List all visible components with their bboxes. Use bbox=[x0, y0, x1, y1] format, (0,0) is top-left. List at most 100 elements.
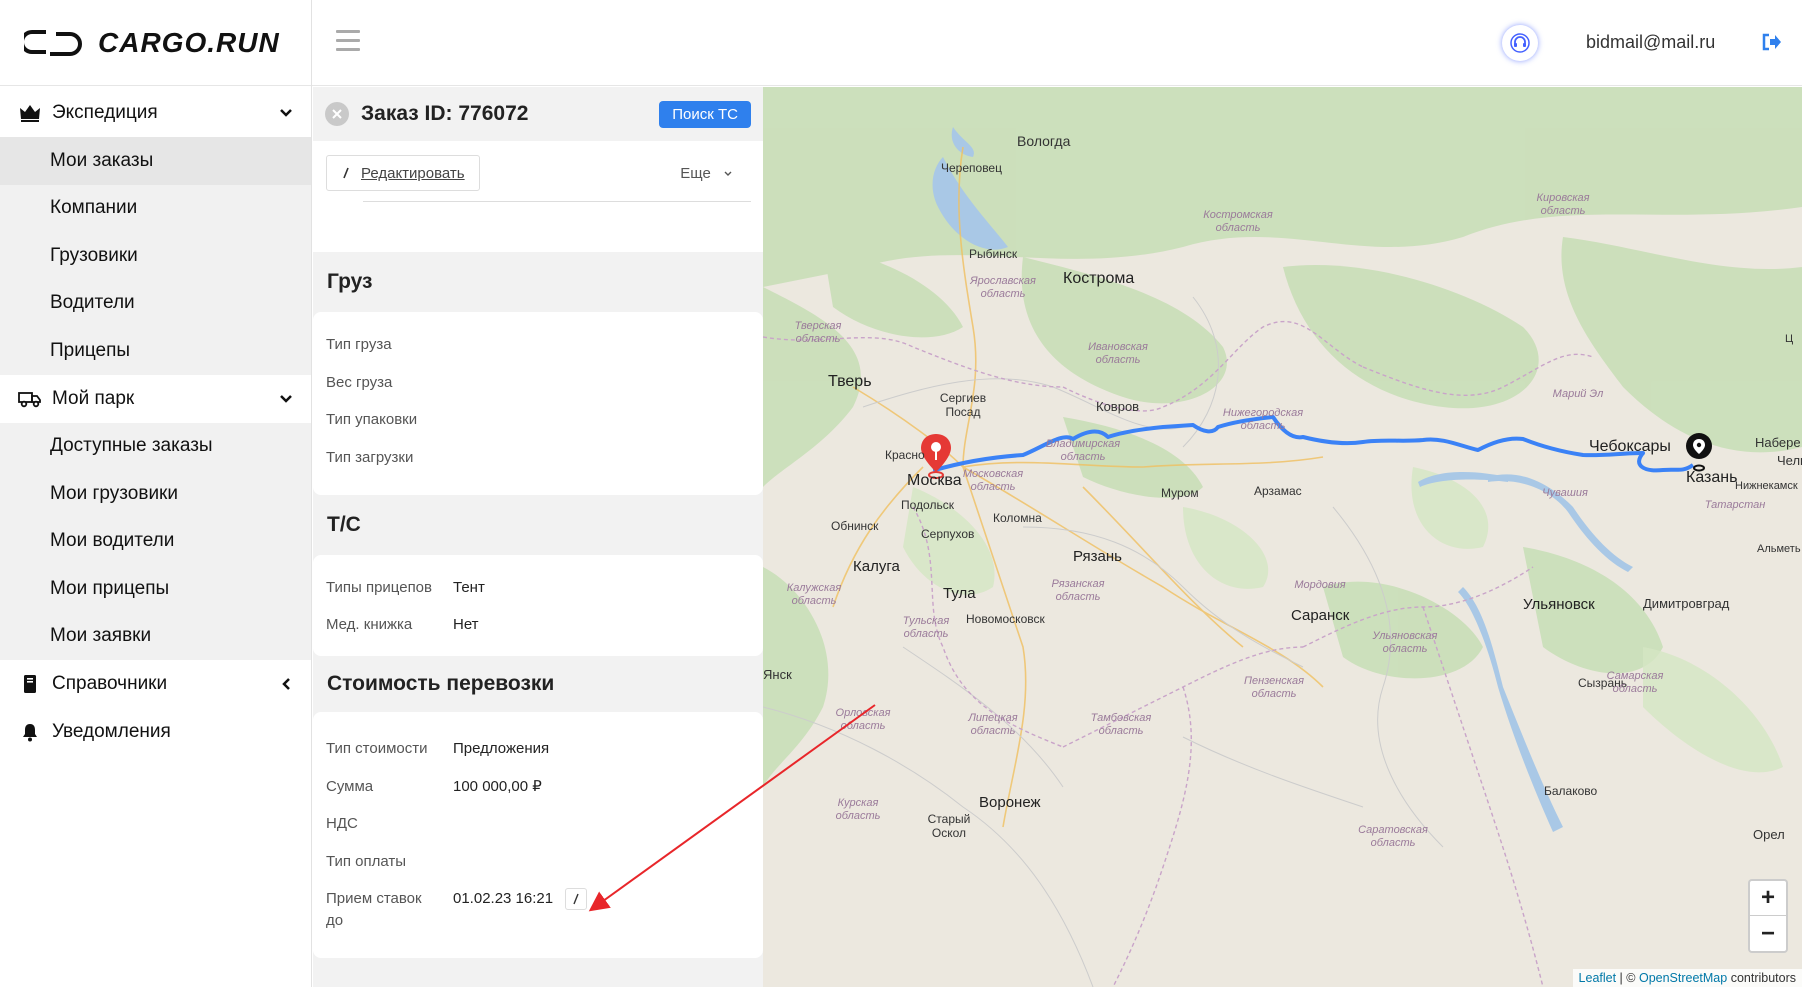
sidebar-item-my-trailers[interactable]: Мои прицепы bbox=[0, 565, 311, 613]
sidebar-item-my-trucks[interactable]: Мои грузовики bbox=[0, 470, 311, 518]
detail-key: НДС bbox=[326, 815, 358, 832]
city-label: Арзамас bbox=[1254, 484, 1302, 498]
city-label: Подольск bbox=[901, 498, 954, 512]
region-label: Мордовия bbox=[1294, 579, 1346, 591]
region-label: Костромская область bbox=[1203, 209, 1273, 234]
user-email[interactable]: bidmail@mail.ru bbox=[1586, 32, 1715, 53]
map-attribution: Leaflet | © OpenStreetMap contributors bbox=[1572, 969, 1802, 987]
city-label: Калуга bbox=[853, 558, 900, 575]
region-label: Владимирская область bbox=[1045, 438, 1121, 463]
city-label: Череповец bbox=[941, 161, 1002, 175]
detail-key: Тип упаковки bbox=[326, 411, 418, 428]
city-label: Альметь bbox=[1757, 543, 1801, 555]
city-label: Димитровград bbox=[1643, 596, 1730, 611]
sidebar-item-companies[interactable]: Компании bbox=[0, 185, 311, 233]
region-label: Марий Эл bbox=[1552, 388, 1604, 400]
edit-deadline-button[interactable] bbox=[565, 888, 588, 911]
sidebar: CARGO.RUN Экспедиция Мои заказы Компании… bbox=[0, 0, 312, 987]
nav-group-label: Справочники bbox=[52, 673, 168, 694]
city-label: Обнинск bbox=[831, 519, 879, 533]
osm-link[interactable]: OpenStreetMap bbox=[1639, 971, 1727, 985]
order-title: Заказ ID: 776072 bbox=[361, 102, 529, 125]
nav-group-notifications[interactable]: Уведомления bbox=[0, 708, 311, 756]
detail-key: Типы прицепов bbox=[326, 578, 432, 596]
edit-button[interactable]: Редактировать bbox=[326, 155, 480, 191]
region-label: Пензенская область bbox=[1244, 675, 1304, 700]
sidebar-item-available-orders[interactable]: Доступные заказы bbox=[0, 423, 311, 471]
city-label: Муром bbox=[1161, 486, 1199, 500]
detail-value: Предложения bbox=[453, 740, 550, 757]
city-label: Тула bbox=[943, 585, 976, 602]
cost-section: Тип стоимости Предложения Сумма 100 000,00… bbox=[313, 712, 763, 958]
sidebar-item-my-requests[interactable]: Мои заявки bbox=[0, 613, 311, 661]
city-label: Саранск bbox=[1291, 607, 1350, 624]
search-vehicle-button[interactable]: Поиск ТС bbox=[659, 100, 751, 128]
nav-group-expedition[interactable]: Экспедиция bbox=[0, 89, 311, 137]
detail-row: Сумма 100 000,00 ₽ bbox=[326, 776, 750, 798]
logout-icon[interactable] bbox=[1762, 33, 1782, 56]
detail-row: Тип упаковки bbox=[326, 409, 750, 431]
region-label: Ивановская область bbox=[1088, 341, 1148, 366]
more-label: Еще bbox=[680, 165, 711, 182]
zoom-out-button[interactable]: − bbox=[1750, 916, 1786, 951]
city-label: Ульяновск bbox=[1523, 596, 1595, 613]
chevron-down-icon bbox=[724, 171, 732, 176]
support-headset-icon[interactable] bbox=[1502, 25, 1538, 61]
region-label: Татарстан bbox=[1704, 499, 1766, 511]
city-label: Сергиев Посад bbox=[939, 391, 987, 419]
city-label: Воронеж bbox=[979, 794, 1041, 811]
detail-key: Тип стоимости bbox=[326, 740, 428, 757]
nav-group-my-park[interactable]: Мой парк bbox=[0, 375, 311, 423]
sidebar-item-my-drivers[interactable]: Мои водители bbox=[0, 518, 311, 566]
map-background bbox=[763, 87, 1802, 987]
divider bbox=[363, 201, 751, 202]
city-label: Янск bbox=[763, 667, 792, 682]
menu-icon[interactable] bbox=[336, 30, 360, 52]
region-label: Липецкая область bbox=[968, 712, 1018, 737]
detail-key: Тип загрузки bbox=[326, 448, 414, 466]
nav-group-label: Экспедиция bbox=[52, 102, 158, 123]
sidebar-item-trucks[interactable]: Грузовики bbox=[0, 232, 311, 280]
sidebar-item-my-orders[interactable]: Мои заказы bbox=[0, 137, 311, 185]
zoom-in-button[interactable]: + bbox=[1750, 881, 1786, 916]
region-label: Ярославская область bbox=[970, 275, 1036, 300]
chevron-left-icon bbox=[277, 675, 295, 693]
region-label: Кировская область bbox=[1536, 192, 1590, 217]
sidebar-item-drivers[interactable]: Водители bbox=[0, 280, 311, 328]
city-label: Новомосковск bbox=[966, 612, 1045, 626]
detail-key: Сумма bbox=[326, 777, 374, 795]
city-label: Ковров bbox=[1096, 399, 1140, 414]
detail-key: Вес груза bbox=[326, 373, 393, 391]
more-dropdown[interactable]: Еще bbox=[680, 165, 733, 182]
crown-icon bbox=[18, 101, 42, 125]
vehicle-section: Типы прицепов Тент Мед. книжка Нет bbox=[313, 554, 763, 656]
city-label: Казань bbox=[1686, 469, 1738, 486]
logo[interactable]: CARGO.RUN bbox=[0, 0, 311, 86]
detail-value: 100 000,00 ₽ bbox=[453, 777, 542, 795]
region-label: Самарская область bbox=[1606, 670, 1664, 695]
order-header: Заказ ID: 776072 Поиск ТС bbox=[313, 87, 763, 141]
detail-row: Тип груза bbox=[326, 334, 750, 356]
attribution-separator: | © bbox=[1616, 971, 1639, 985]
attribution-tail: contributors bbox=[1727, 971, 1796, 985]
region-label: Чувашия bbox=[1542, 487, 1588, 499]
pencil-icon bbox=[343, 167, 349, 179]
region-label: Курская область bbox=[835, 797, 881, 822]
city-label: Коломна bbox=[993, 511, 1042, 525]
detail-key: Тип груза bbox=[326, 336, 392, 353]
city-label: Нижнекамск bbox=[1735, 480, 1798, 492]
city-label: Чебоксары bbox=[1589, 438, 1671, 455]
nav-group-references[interactable]: Справочники bbox=[0, 660, 311, 708]
city-label: Набере bbox=[1755, 435, 1801, 450]
route-map[interactable]: Вологда Череповец Рыбинск Кострома Тверь… bbox=[763, 87, 1802, 987]
city-label: Красно bbox=[885, 448, 925, 462]
city-label: Орел bbox=[1753, 827, 1785, 842]
chevron-down-icon bbox=[277, 390, 295, 408]
leaflet-link[interactable]: Leaflet bbox=[1579, 971, 1617, 985]
region-label: Тульская область bbox=[902, 615, 950, 640]
close-button[interactable] bbox=[325, 102, 349, 126]
detail-row: Типы прицепов Тент bbox=[326, 577, 750, 599]
sidebar-item-trailers[interactable]: Прицепы bbox=[0, 327, 311, 375]
city-label: Ц bbox=[1785, 333, 1794, 345]
detail-key: Тип оплаты bbox=[326, 852, 407, 870]
